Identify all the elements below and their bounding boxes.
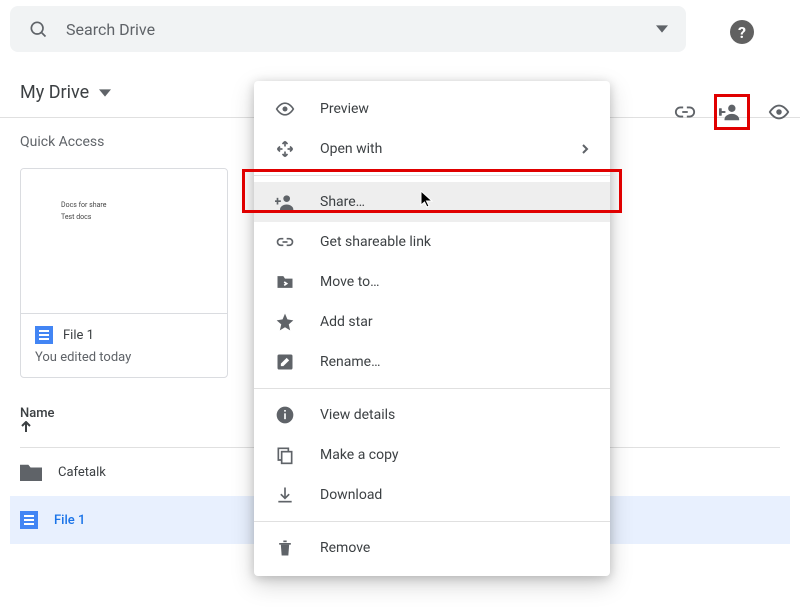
menu-separator — [254, 175, 610, 176]
menu-remove[interactable]: Remove — [254, 528, 610, 568]
eye-icon — [274, 99, 296, 119]
menu-add-star[interactable]: Add star — [254, 302, 610, 342]
breadcrumb-title: My Drive — [20, 82, 89, 103]
row-name: File 1 — [54, 513, 85, 528]
menu-download[interactable]: Download — [254, 475, 610, 515]
menu-separator — [254, 521, 610, 522]
context-menu: Preview Open with Share… Get shareable l… — [254, 81, 610, 576]
move-icon — [274, 139, 296, 159]
chevron-right-icon — [580, 144, 590, 154]
docs-icon — [35, 326, 53, 344]
search-bar[interactable]: Search Drive — [10, 6, 686, 52]
menu-make-copy[interactable]: Make a copy — [254, 435, 610, 475]
menu-preview[interactable]: Preview — [254, 89, 610, 129]
menu-view-details[interactable]: View details — [254, 395, 610, 435]
pencil-icon — [274, 352, 296, 372]
info-icon — [274, 405, 296, 425]
file-subtitle: You edited today — [21, 350, 227, 377]
menu-rename[interactable]: Rename… — [254, 342, 610, 382]
file-name: File 1 — [63, 328, 94, 343]
share-button[interactable] — [714, 94, 750, 130]
copy-icon — [274, 445, 296, 465]
chevron-down-icon — [99, 87, 111, 99]
menu-open-with[interactable]: Open with — [254, 129, 610, 169]
link-icon — [274, 232, 296, 252]
star-icon — [274, 312, 296, 332]
search-options-icon[interactable] — [656, 23, 668, 35]
thumb-line: Docs for share — [61, 199, 106, 211]
help-icon[interactable]: ? — [730, 20, 754, 44]
search-icon — [28, 19, 48, 39]
get-link-button[interactable] — [674, 101, 696, 123]
thumb-line: Test docs — [61, 211, 106, 223]
person-add-icon — [274, 192, 296, 212]
trash-icon — [274, 538, 296, 558]
menu-shareable-link[interactable]: Get shareable link — [254, 222, 610, 262]
cursor-icon — [420, 190, 434, 208]
preview-button[interactable] — [768, 101, 790, 123]
file-thumbnail: Docs for share Test docs — [21, 169, 227, 313]
folder-move-icon — [274, 272, 296, 292]
docs-icon — [20, 511, 38, 529]
quick-access-card[interactable]: Docs for share Test docs File 1 You edit… — [20, 168, 228, 378]
row-name: Cafetalk — [58, 465, 106, 480]
menu-separator — [254, 388, 610, 389]
search-placeholder: Search Drive — [66, 20, 656, 39]
download-icon — [274, 485, 296, 505]
menu-move-to[interactable]: Move to… — [254, 262, 610, 302]
folder-icon — [20, 463, 42, 481]
